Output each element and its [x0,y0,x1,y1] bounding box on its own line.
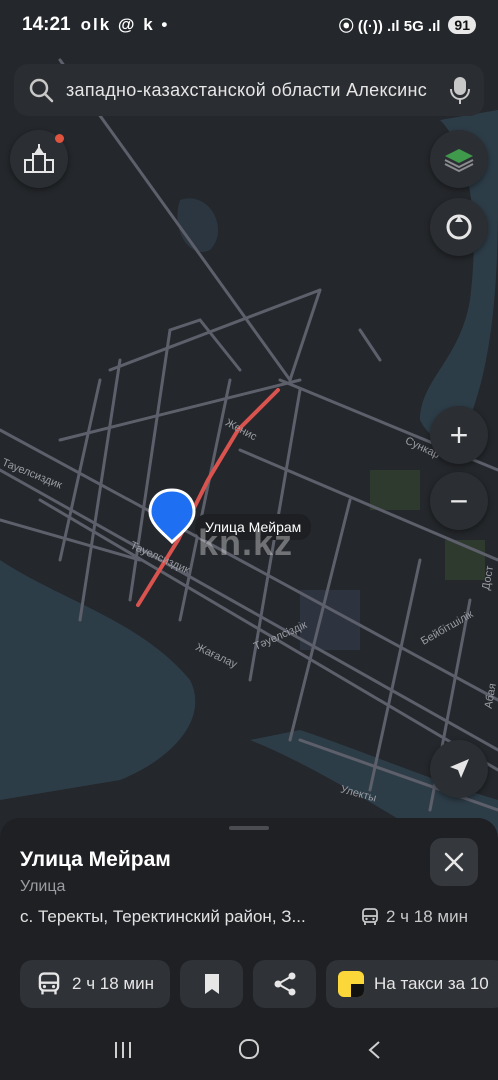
signal-icons: ⦿ ((·)) .ıl 5G .ıl [338,17,441,35]
taxi-button-label: На такси за 10 [374,974,489,993]
place-address: с. Теректы, Теректинский район, З... [20,907,306,926]
route-button[interactable]: 2 ч 18 мин [20,960,170,1008]
notification-dot [55,134,64,143]
watermark: kn.kz [198,522,294,563]
compass-button[interactable] [430,198,488,256]
taxi-button[interactable]: На такси за 10 [326,960,498,1008]
plus-icon: + [449,417,469,453]
location-pin[interactable] [148,488,196,545]
transit-eta: 2 ч 18 мин [360,907,468,927]
battery-icon: 91 [448,16,476,34]
bookmark-icon [204,974,219,994]
share-button[interactable] [253,960,316,1008]
locate-arrow-icon [450,759,469,778]
lake-west [0,560,196,800]
compass-icon [446,214,472,240]
place-title: Улица Мейрам [20,848,171,871]
map-canvas [0,58,498,840]
share-icon [274,972,295,996]
layers-icon [444,149,474,173]
home-icon[interactable] [224,1036,274,1067]
layers-button[interactable] [430,130,488,188]
place-type: Улица [20,878,66,895]
locate-button[interactable] [430,740,488,798]
notification-icons: olk @ k • [80,15,170,34]
recents-icon[interactable] [98,1036,148,1067]
zoom-in-button[interactable]: + [430,406,488,464]
status-bar: 14:21 olk @ k • ⦿ ((·)) .ıl 5G .ıl 91 [0,0,498,50]
system-nav-bar [0,1022,498,1080]
search-icon[interactable] [28,77,54,103]
mic-icon[interactable] [450,75,470,105]
back-icon[interactable] [350,1036,400,1067]
zoom-out-button[interactable]: − [430,472,488,530]
bus-icon [362,908,378,925]
bookmark-button[interactable] [180,960,243,1008]
city-landmarks-icon [24,144,54,173]
search-bar[interactable]: западно-казахстанской области Алексинс [14,64,484,116]
transit-eta-text: 2 ч 18 мин [386,907,468,926]
minus-icon: − [449,483,469,519]
drag-handle[interactable] [229,826,269,830]
system-icons: ⦿ ((·)) .ıl 5G .ıl 91 [339,15,476,36]
action-row: 2 ч 18 мин На такси за 10 [20,960,498,1008]
close-button[interactable] [430,838,478,886]
bus-icon [38,972,60,995]
route-button-label: 2 ч 18 мин [72,974,154,993]
search-input[interactable]: западно-казахстанской области Алексинс [66,80,450,101]
map-view[interactable]: Женис Сункар Тауелсиздик Тауелсиздик Тәу… [0,0,498,840]
close-icon [444,852,464,872]
taxi-logo-icon [338,971,364,997]
landmarks-button[interactable] [10,130,68,188]
status-time: 14:21 [22,14,71,35]
